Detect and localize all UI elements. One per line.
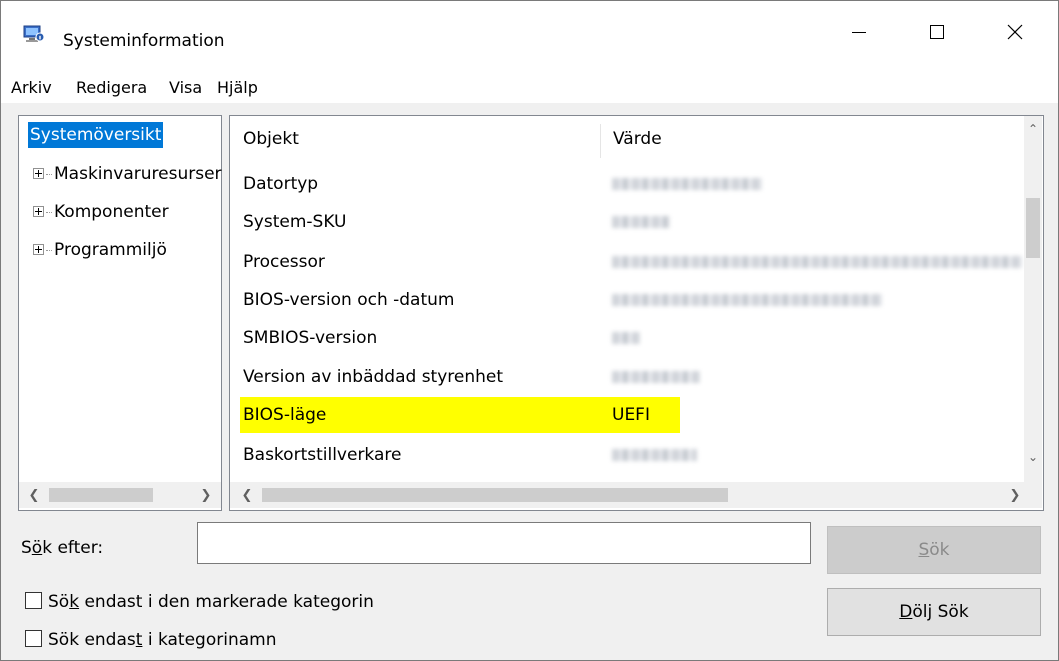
scrollbar-thumb[interactable] xyxy=(1026,198,1040,258)
tree-connector xyxy=(46,249,52,251)
checkbox-label: endast i den markerade kategorin xyxy=(79,592,374,612)
menu-redigera[interactable]: Redigera xyxy=(76,78,147,97)
button-accesskey: S xyxy=(918,540,930,560)
details-list[interactable]: Objekt Värde Datortyp System-SKU Process… xyxy=(229,115,1044,511)
row-label: Processor xyxy=(243,252,325,272)
minimize-icon xyxy=(852,32,866,33)
menu-hjalp[interactable]: Hjälp xyxy=(217,78,258,97)
row-label: Version av inbäddad styrenhet xyxy=(243,367,504,387)
menu-arkiv[interactable]: Arkiv xyxy=(11,78,52,97)
scroll-left-icon[interactable]: ❮ xyxy=(234,482,260,508)
row-value: UEFI xyxy=(612,405,650,425)
list-row-highlighted[interactable]: BIOS-läge UEFI xyxy=(240,397,1020,433)
close-button[interactable] xyxy=(975,1,1055,63)
search-label-text: S xyxy=(21,538,32,558)
checkbox[interactable] xyxy=(25,629,42,647)
button-accesskey: D xyxy=(899,602,913,622)
column-header-object[interactable]: Objekt xyxy=(243,116,299,162)
menu-bar: Arkiv Redigera Visa Hjälp xyxy=(1,63,1058,103)
tree-item-hardware-resources[interactable]: Maskinvaruresurser xyxy=(33,161,223,187)
list-row[interactable]: Processor xyxy=(240,244,1022,280)
list-row[interactable]: Baskortstillverkare xyxy=(240,437,1020,473)
search-button[interactable]: Sök xyxy=(827,526,1041,574)
button-text: ölj Sök xyxy=(912,602,969,622)
row-label: BIOS-läge xyxy=(243,405,327,425)
checkbox-label: Sö xyxy=(48,592,70,612)
tree-item-label: Programmiljö xyxy=(54,240,167,260)
search-label: Sök efter: xyxy=(21,538,103,558)
row-value-blurred xyxy=(612,359,700,395)
list-horizontal-scrollbar[interactable]: ❮ ❯ xyxy=(230,482,1042,508)
checkbox-search-category-names[interactable]: Sök endast i kategorinamn xyxy=(25,628,276,652)
column-divider[interactable] xyxy=(600,124,601,158)
search-label-text: k efter: xyxy=(42,538,104,558)
scroll-left-icon[interactable]: ❮ xyxy=(21,482,47,508)
scroll-down-icon[interactable]: ⌄ xyxy=(1024,446,1042,468)
row-value-blurred xyxy=(612,320,640,356)
scroll-up-icon[interactable]: ⌃ xyxy=(1024,118,1042,140)
maximize-button[interactable] xyxy=(897,1,977,63)
row-value-blurred xyxy=(612,244,1022,280)
checkbox-label: Sök endas xyxy=(48,630,136,650)
list-row[interactable]: SMBIOS-version xyxy=(240,320,1020,356)
scroll-right-icon[interactable]: ❯ xyxy=(1002,482,1028,508)
list-row[interactable]: BIOS-version och -datum xyxy=(240,282,1020,318)
tree-connector xyxy=(46,211,52,213)
title-bar[interactable]: Systeminformation xyxy=(1,1,1058,63)
close-icon xyxy=(1007,24,1023,40)
tree-horizontal-scrollbar[interactable]: ❮ ❯ xyxy=(19,482,221,508)
list-row[interactable]: Datortyp xyxy=(240,166,1020,202)
list-row[interactable]: System-SKU xyxy=(240,204,1020,240)
row-value-blurred xyxy=(612,282,882,318)
search-input[interactable] xyxy=(197,522,811,564)
tree-item-system-summary[interactable]: Systemöversikt xyxy=(28,122,164,148)
search-label-accesskey: ö xyxy=(31,538,43,558)
list-row[interactable]: Version av inbäddad styrenhet xyxy=(240,359,1020,395)
column-header-value[interactable]: Värde xyxy=(613,116,662,162)
window-title: Systeminformation xyxy=(63,31,225,51)
tree-connector xyxy=(46,173,52,175)
checkbox-accesskey: k xyxy=(69,592,80,612)
row-value-blurred xyxy=(612,437,697,473)
row-value-blurred xyxy=(612,204,670,240)
maximize-icon xyxy=(930,25,944,39)
system-information-icon xyxy=(23,25,45,42)
minimize-button[interactable] xyxy=(819,1,899,63)
scroll-right-icon[interactable]: ❯ xyxy=(193,482,219,508)
row-label: BIOS-version och -datum xyxy=(243,290,455,310)
checkbox[interactable] xyxy=(25,591,42,609)
row-label: System-SKU xyxy=(243,212,347,232)
expand-icon[interactable] xyxy=(33,167,44,179)
scrollbar-thumb[interactable] xyxy=(262,488,728,502)
list-vertical-scrollbar[interactable]: ⌃ ⌄ xyxy=(1024,116,1042,482)
system-information-window: Systeminformation Arkiv Redigera Visa Hj… xyxy=(0,0,1059,661)
row-label: Datortyp xyxy=(243,174,319,194)
hide-search-button[interactable]: Dölj Sök xyxy=(827,588,1041,636)
expand-icon[interactable] xyxy=(33,243,44,255)
category-tree[interactable]: Systemöversikt Maskinvaruresurser Kompon… xyxy=(18,115,222,511)
button-text: ök xyxy=(929,540,950,560)
expand-icon[interactable] xyxy=(33,205,44,217)
checkbox-label: i kategorinamn xyxy=(142,630,277,650)
tree-item-label: Komponenter xyxy=(54,202,169,222)
row-label: Baskortstillverkare xyxy=(243,445,402,465)
scrollbar-thumb[interactable] xyxy=(49,488,153,502)
tree-item-components[interactable]: Komponenter xyxy=(33,199,223,225)
checkbox-search-selected-category[interactable]: Sök endast i den markerade kategorin xyxy=(25,590,374,614)
tree-item-software-environment[interactable]: Programmiljö xyxy=(33,237,223,263)
row-label: SMBIOS-version xyxy=(243,328,378,348)
menu-visa[interactable]: Visa xyxy=(169,78,202,97)
row-value-blurred xyxy=(612,166,762,202)
tree-item-label: Maskinvaruresurser xyxy=(54,164,222,184)
